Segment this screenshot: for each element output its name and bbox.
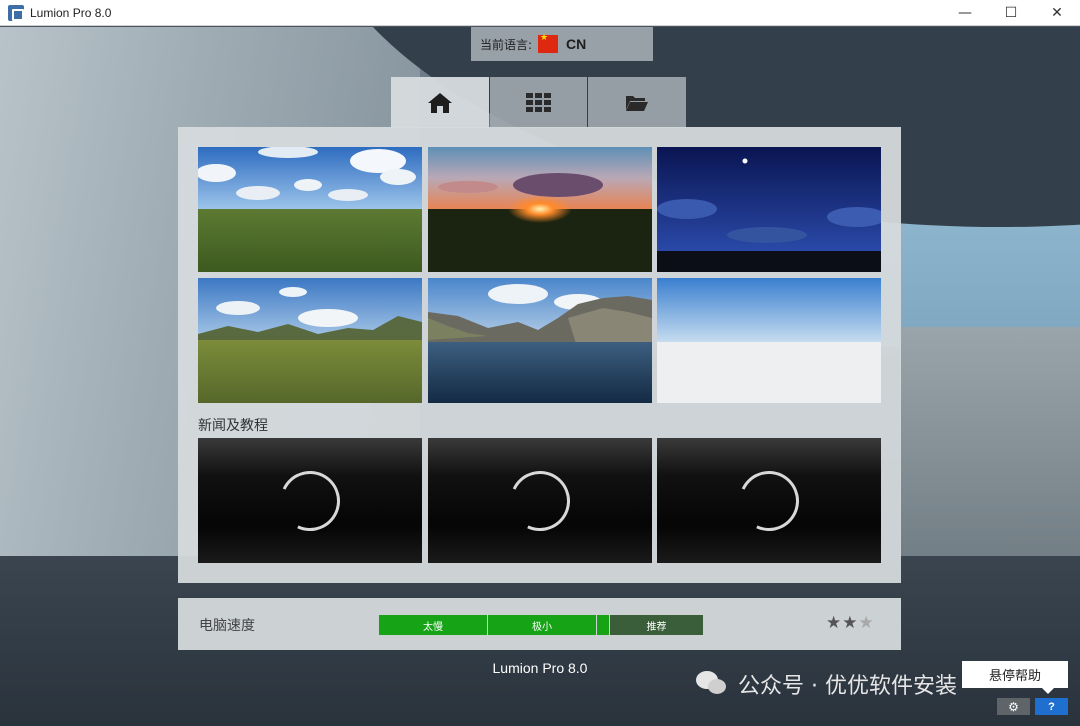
lumion-app-icon <box>8 4 24 21</box>
computer-speed-panel: 电脑速度 太慢 极小 推荐 ★ ★ ★ <box>178 598 901 650</box>
folder-open-icon <box>626 95 649 111</box>
news-tile-2[interactable] <box>428 438 652 563</box>
star-empty-icon: ★ <box>858 613 874 633</box>
tab-scenes[interactable] <box>489 77 588 128</box>
star-filled-icon: ★ <box>842 613 858 633</box>
language-selector[interactable]: 当前语言: CN <box>471 27 653 61</box>
speed-rating: ★ ★ ★ <box>826 613 875 633</box>
sunset-image <box>428 147 652 272</box>
maximize-button[interactable]: ☐ <box>988 0 1034 26</box>
hover-help-tooltip: 悬停帮助 <box>962 661 1068 694</box>
speed-segment-min: 极小 <box>488 615 596 635</box>
title-bar: Lumion Pro 8.0 — ☐ ✕ <box>0 0 1080 26</box>
window-title: Lumion Pro 8.0 <box>30 5 112 20</box>
help-button[interactable]: ? <box>1035 698 1068 715</box>
close-button[interactable]: ✕ <box>1034 0 1080 26</box>
night-image <box>657 147 887 272</box>
china-flag-icon <box>538 33 559 53</box>
news-tile-1[interactable] <box>198 438 422 563</box>
sky-opening <box>880 207 1080 347</box>
tab-open[interactable] <box>588 77 687 128</box>
watermark-text: 公众号 · 优优软件安装 <box>738 674 957 699</box>
tab-home[interactable] <box>391 77 489 128</box>
speed-segment-recommended: 推荐 <box>610 615 703 635</box>
scene-thumb-night[interactable] <box>657 147 887 272</box>
mountain-water-image <box>428 278 652 403</box>
scene-thumb-blank[interactable] <box>657 278 881 403</box>
news-tile-3[interactable] <box>657 438 881 563</box>
window-controls: — ☐ ✕ <box>942 0 1080 26</box>
scene-thumb-sunny-grass[interactable] <box>196 146 422 272</box>
gear-icon: ⚙ <box>1008 699 1019 714</box>
blank-scene-image <box>657 278 881 403</box>
loading-spinner-icon <box>271 462 349 539</box>
grid-icon <box>525 92 551 112</box>
mountain-grass-image <box>198 278 422 403</box>
speed-segment-slow: 太慢 <box>379 615 487 635</box>
concrete-wall-right <box>900 327 1080 577</box>
computer-speed-label: 电脑速度 <box>199 618 255 634</box>
main-tabs <box>391 77 687 128</box>
loading-spinner-icon <box>501 462 579 539</box>
news-section-title: 新闻及教程 <box>198 418 268 434</box>
star-filled-icon: ★ <box>826 613 842 633</box>
watermark: 公众号 · 优优软件安装 <box>696 668 957 700</box>
loading-spinner-icon <box>730 462 808 539</box>
wechat-icon <box>696 671 728 697</box>
home-icon <box>427 92 452 113</box>
minimize-button[interactable]: — <box>942 0 988 26</box>
speed-segment-divider <box>597 615 609 635</box>
language-label: 当前语言: <box>480 37 533 52</box>
start-panel: 新闻及教程 <box>178 127 901 583</box>
scene-thumb-sunset[interactable] <box>428 147 652 272</box>
language-code: CN <box>566 36 587 52</box>
question-icon: ? <box>1048 700 1055 713</box>
scene-thumb-mountain-grass[interactable] <box>198 278 422 403</box>
scene-thumb-mountain-water[interactable] <box>428 278 652 403</box>
sunny-grass-image <box>196 146 422 272</box>
settings-button[interactable]: ⚙ <box>997 698 1030 715</box>
